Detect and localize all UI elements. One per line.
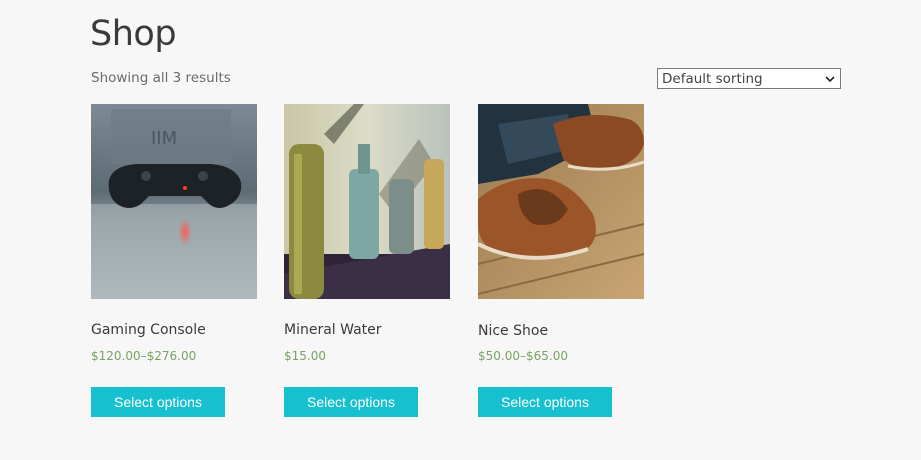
product-card: Mineral Water $15.00 Select options (284, 104, 450, 417)
product-name[interactable]: Nice Shoe (478, 323, 548, 339)
product-card: IIM Gaming Console $120.00–$276.00 Selec… (91, 104, 257, 417)
sort-dropdown[interactable]: Default sorting (657, 68, 841, 89)
chevron-down-icon (825, 76, 835, 83)
select-options-button[interactable]: Select options (91, 387, 225, 417)
product-name[interactable]: Mineral Water (284, 322, 382, 338)
sort-selected-value: Default sorting (662, 70, 763, 87)
product-image-gaming-console[interactable]: IIM (91, 104, 257, 299)
product-price: $120.00–$276.00 (91, 349, 197, 363)
product-image-nice-shoe[interactable] (478, 104, 644, 299)
product-price: $50.00–$65.00 (478, 349, 568, 363)
product-price: $15.00 (284, 349, 326, 363)
select-options-button[interactable]: Select options (284, 387, 418, 417)
product-image-mineral-water[interactable] (284, 104, 450, 299)
select-options-button[interactable]: Select options (478, 387, 612, 417)
product-card: Nice Shoe $50.00–$65.00 Select options (478, 104, 644, 417)
page-title: Shop (90, 14, 177, 54)
product-name[interactable]: Gaming Console (91, 322, 206, 338)
svg-text:IIM: IIM (151, 128, 177, 149)
result-count: Showing all 3 results (91, 70, 231, 86)
